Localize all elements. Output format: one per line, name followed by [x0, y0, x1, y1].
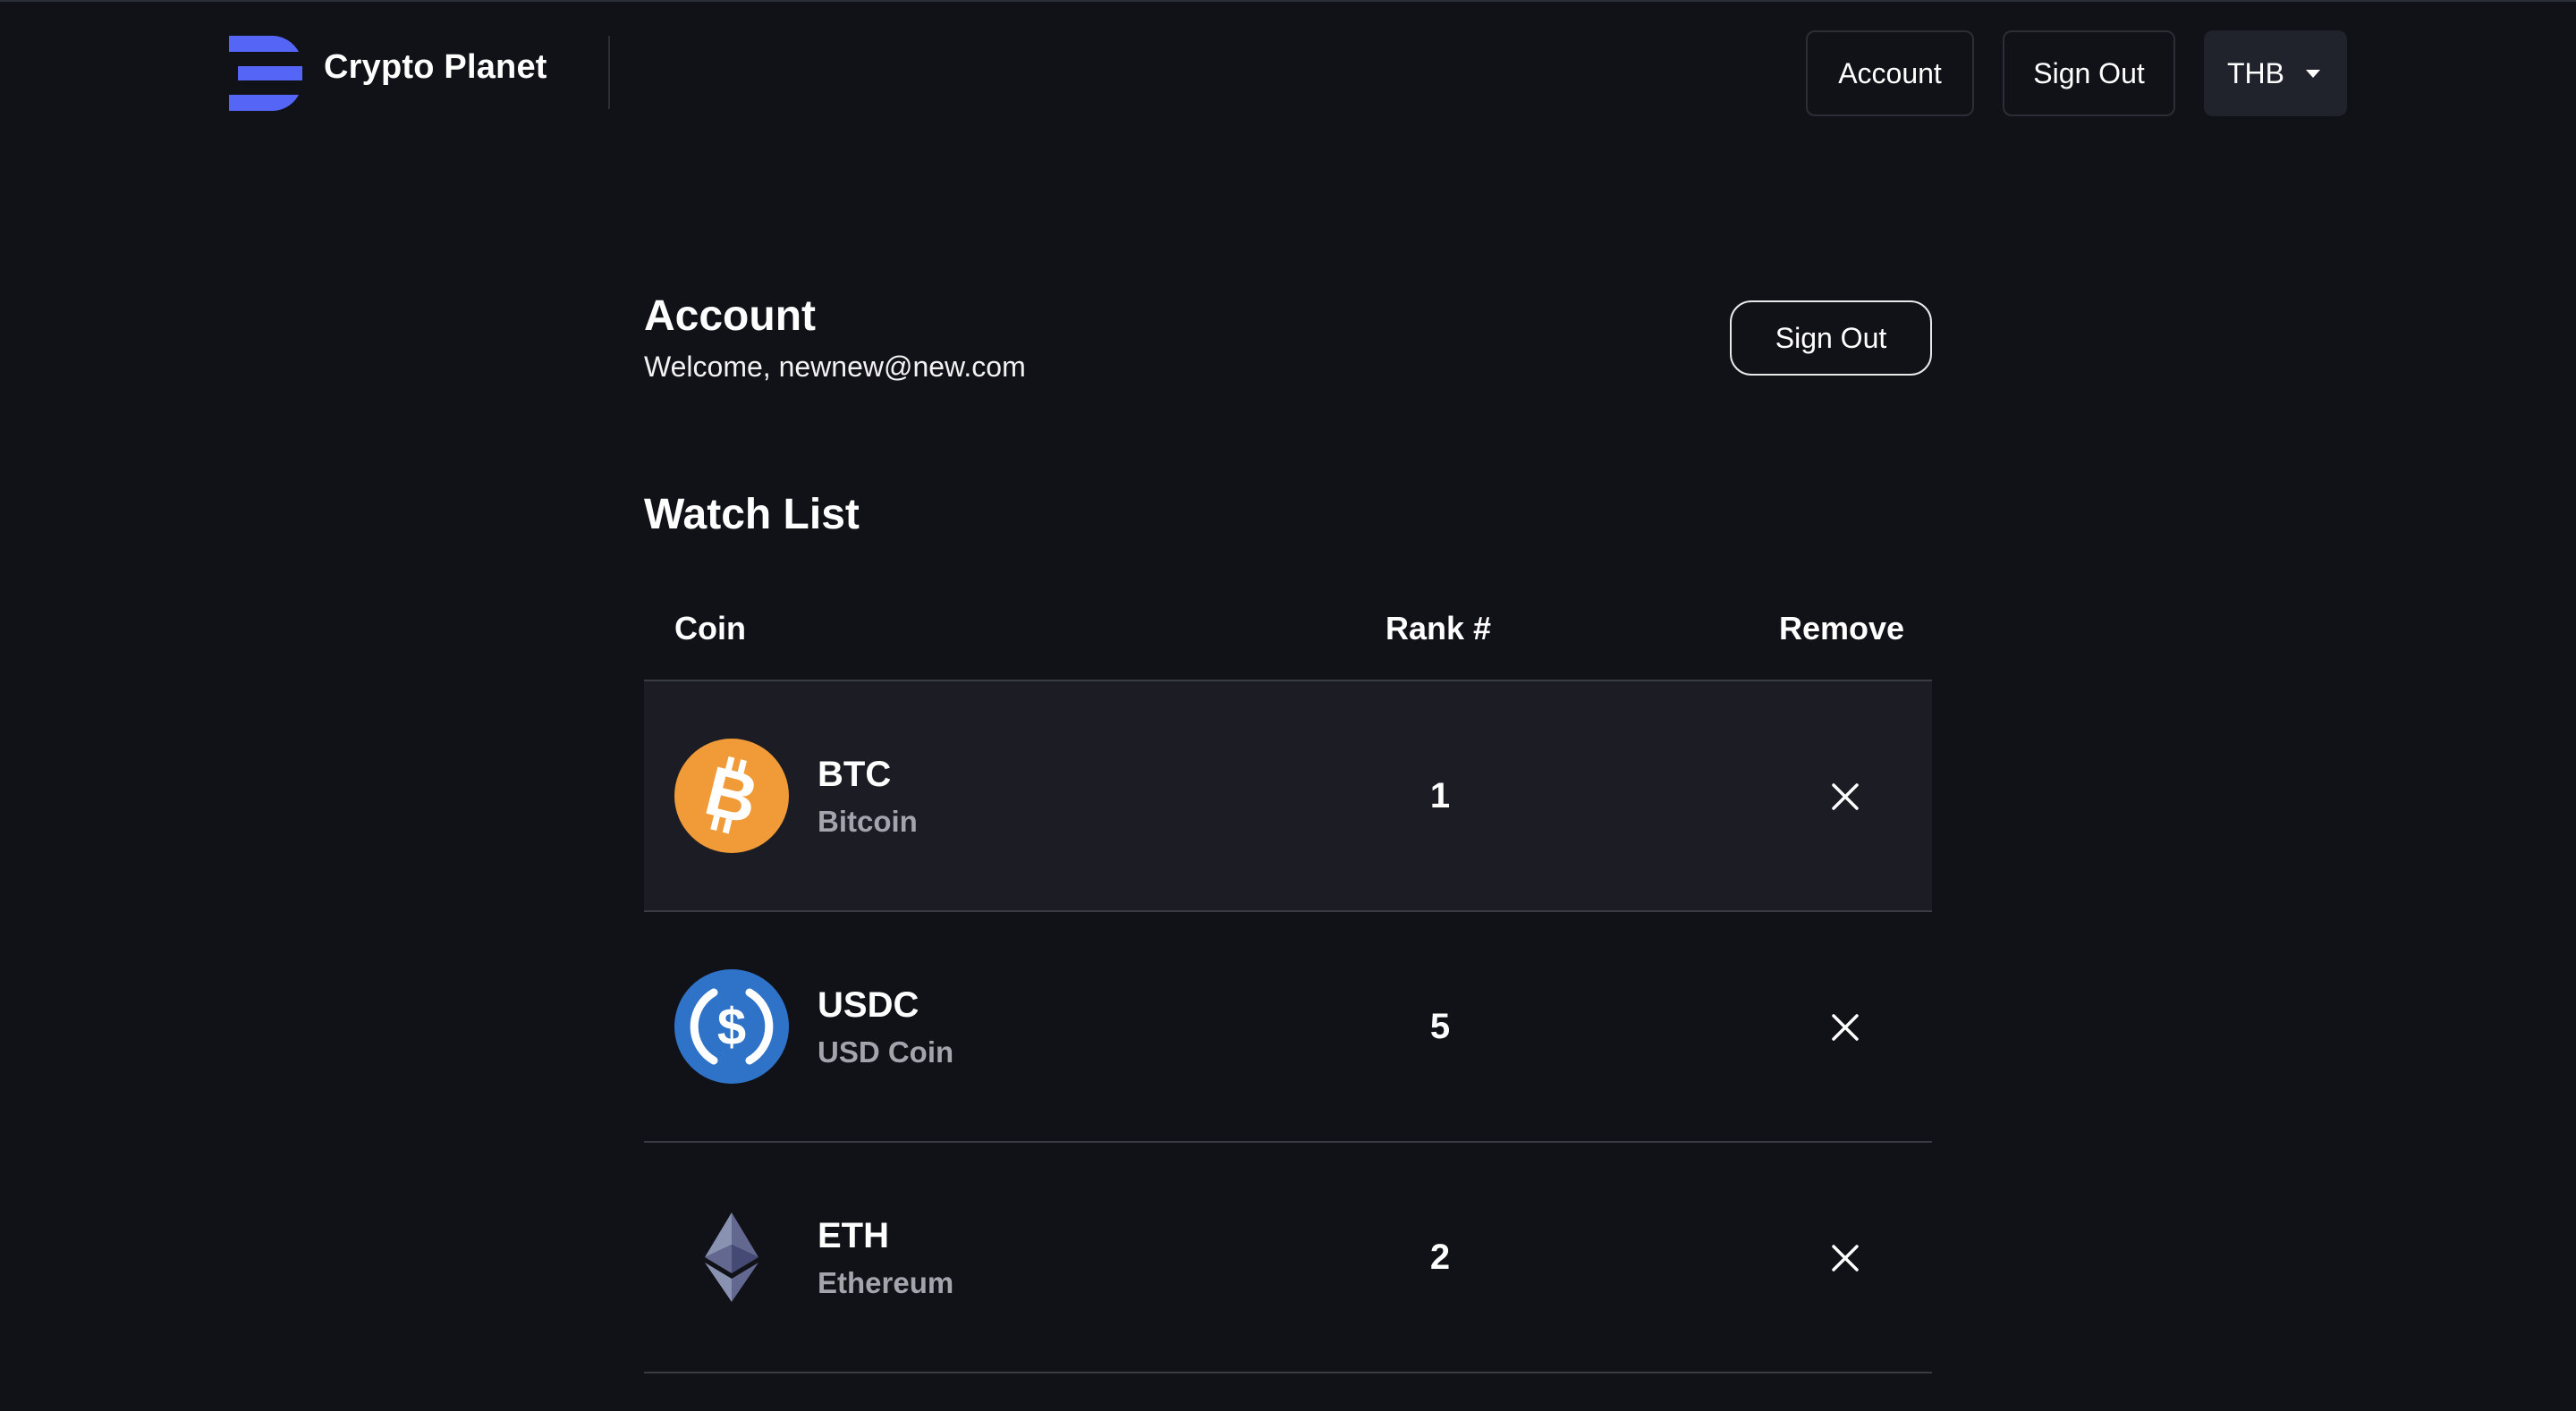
coin-name: USD Coin: [818, 1035, 954, 1069]
currency-value: THB: [2227, 56, 2284, 89]
coin-name: Bitcoin: [818, 805, 918, 838]
remove-close-icon[interactable]: [1826, 778, 1864, 815]
crypto-planet-logo[interactable]: [229, 36, 302, 111]
bitcoin-icon: B: [674, 739, 789, 853]
header-sign-out-button[interactable]: Sign Out: [2003, 30, 2175, 116]
coin-rank: 2: [1429, 1238, 1451, 1277]
ethereum-icon: [705, 1212, 758, 1302]
column-header-rank: Rank #: [1385, 610, 1492, 646]
coin-rank: 1: [1429, 776, 1451, 815]
coin-name: Ethereum: [818, 1266, 954, 1299]
table-row[interactable]: $ USDC USD Coin 5: [644, 912, 1932, 1141]
coin-rank: 5: [1429, 1007, 1451, 1046]
table-row[interactable]: B BTC Bitcoin 1: [644, 681, 1932, 910]
account-title: Account: [644, 292, 816, 340]
sign-out-button[interactable]: Sign Out: [1730, 300, 1932, 376]
caret-down-icon: [2306, 70, 2320, 78]
table-row[interactable]: ETH Ethereum 2: [644, 1143, 1932, 1372]
column-header-coin: Coin: [674, 610, 746, 646]
brand-name[interactable]: Crypto Planet: [324, 48, 547, 87]
remove-close-icon[interactable]: [1826, 1239, 1864, 1277]
site-header: Crypto Planet Account Sign Out THB: [0, 0, 2576, 152]
usdc-icon: $: [674, 969, 789, 1084]
currency-select[interactable]: THB: [2204, 30, 2347, 116]
watch-list-title: Watch List: [644, 491, 860, 538]
row-divider: [644, 1372, 1932, 1373]
column-header-remove: Remove: [1779, 610, 1905, 646]
welcome-text: Welcome, newnew@new.com: [644, 351, 1026, 383]
account-button[interactable]: Account: [1806, 30, 1974, 116]
header-divider: [608, 36, 610, 109]
remove-close-icon[interactable]: [1826, 1009, 1864, 1046]
coin-symbol: BTC: [818, 755, 892, 794]
coin-symbol: USDC: [818, 985, 919, 1025]
coin-symbol: ETH: [818, 1216, 889, 1255]
svg-text:$: $: [717, 998, 746, 1056]
